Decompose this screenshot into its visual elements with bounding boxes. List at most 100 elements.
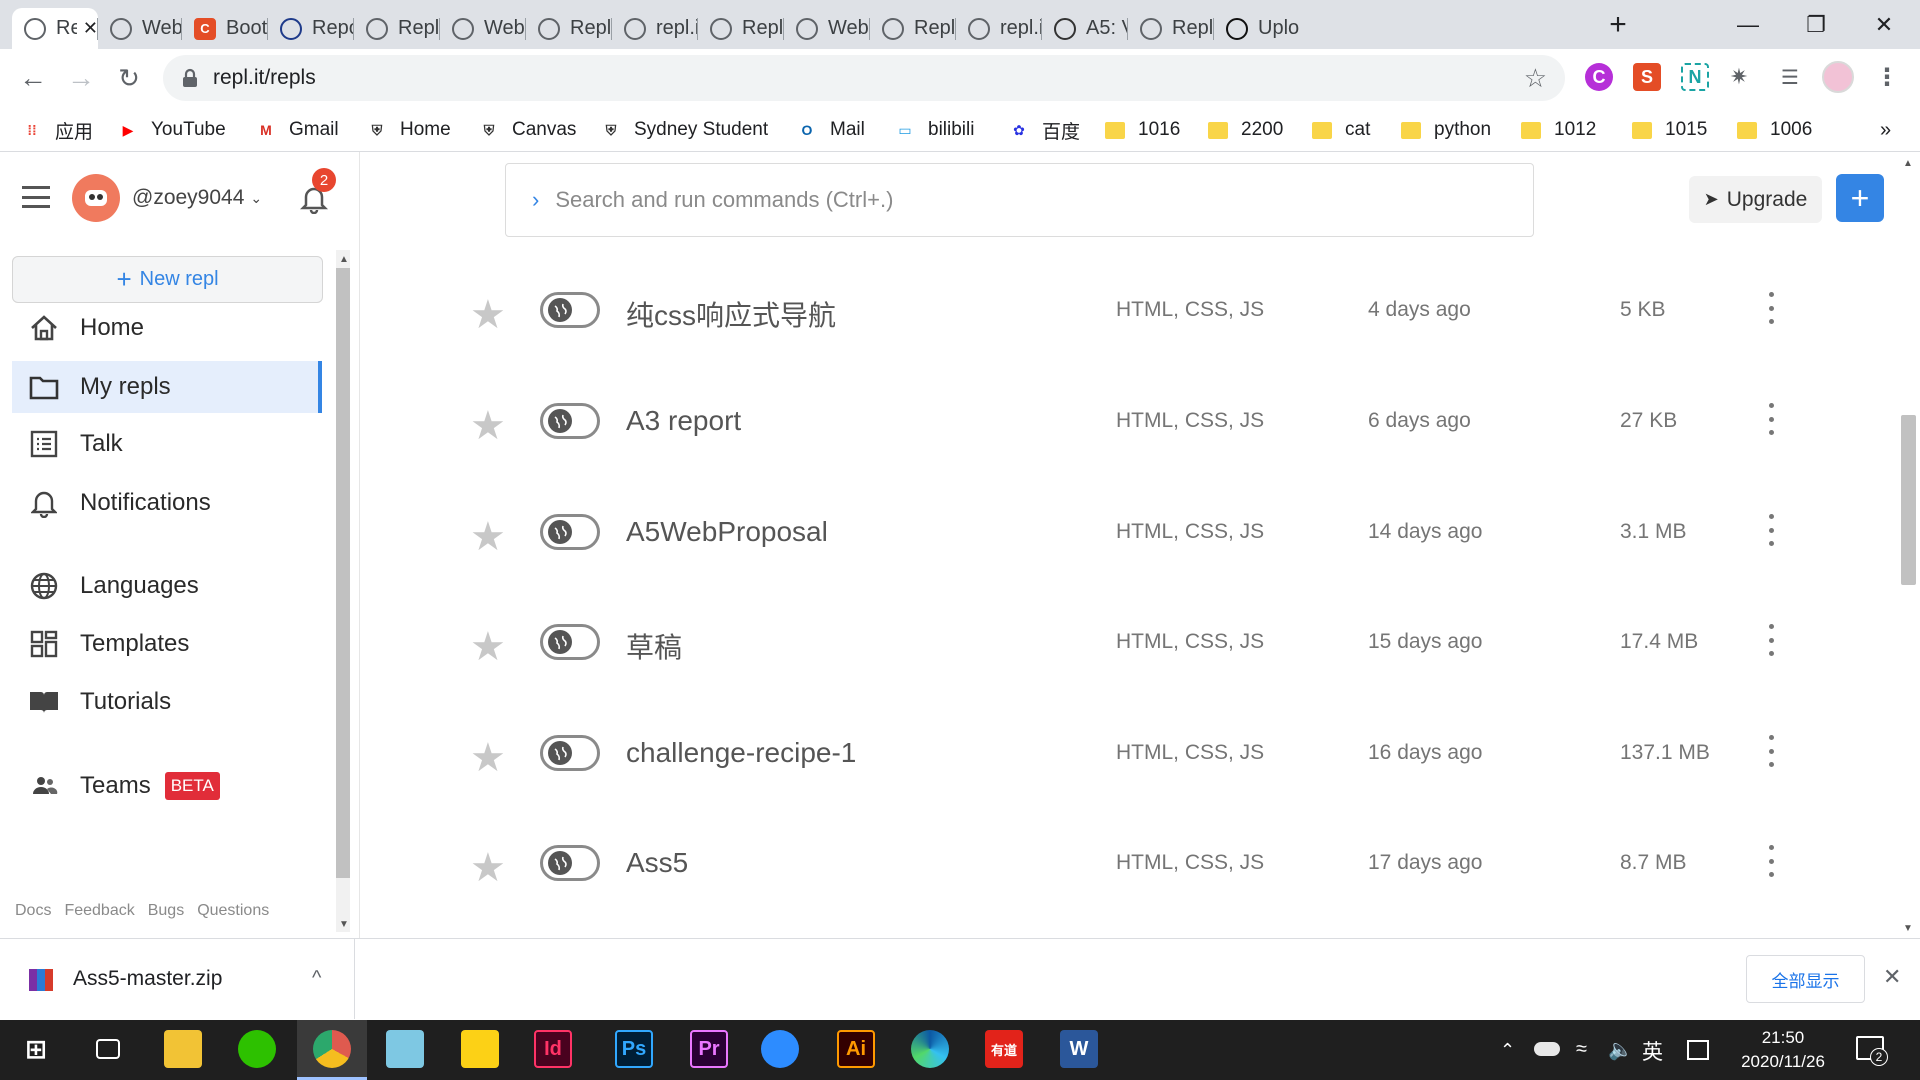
browser-tab[interactable]: Re ✕ — [12, 8, 98, 49]
bookmark-item[interactable]: ⛨ Canvas — [478, 115, 577, 145]
zoom-icon[interactable] — [761, 1030, 799, 1068]
browser-tab[interactable]: Web — [440, 8, 526, 49]
close-tab-icon[interactable]: ✕ — [83, 18, 98, 39]
download-options-chevron-icon[interactable]: ^ — [312, 967, 321, 990]
sidebar-item-home[interactable]: Home — [12, 302, 322, 354]
repl-title[interactable]: challenge-recipe-1 — [626, 737, 856, 769]
browser-tab[interactable]: Web — [784, 8, 870, 49]
file-explorer-icon[interactable] — [164, 1030, 202, 1068]
browser-tab[interactable]: C Boot — [182, 8, 268, 49]
browser-tab[interactable]: repl.i — [612, 8, 698, 49]
bookmark-item[interactable]: 1016 — [1104, 115, 1180, 145]
system-clock[interactable]: 21:50 2020/11/26 — [1728, 1026, 1838, 1074]
browser-tab[interactable]: Uplo — [1214, 8, 1300, 49]
privacy-toggle[interactable] — [540, 403, 600, 439]
star-icon[interactable]: ★ — [470, 403, 506, 449]
wifi-icon[interactable]: ≈ — [1576, 1038, 1587, 1061]
bookmark-star-icon[interactable]: ☆ — [1524, 63, 1547, 94]
sidebar-scrollbar[interactable]: ▲ ▼ — [336, 250, 350, 932]
browser-tab[interactable]: Repl. — [698, 8, 784, 49]
footer-link-feedback[interactable]: Feedback — [64, 902, 134, 920]
more-options-icon[interactable] — [1766, 624, 1776, 656]
footer-link-questions[interactable]: Questions — [197, 902, 269, 920]
browser-tab[interactable]: Repl. — [354, 8, 440, 49]
privacy-toggle[interactable] — [540, 735, 600, 771]
profile-avatar[interactable] — [1822, 61, 1854, 93]
close-window-button[interactable]: ✕ — [1862, 8, 1906, 42]
address-bar[interactable]: repl.it/repls ☆ — [163, 55, 1565, 101]
main-scroll-thumb[interactable] — [1901, 415, 1916, 585]
more-options-icon[interactable] — [1766, 403, 1776, 435]
more-options-icon[interactable] — [1766, 514, 1776, 546]
bookmark-item[interactable]: ✿ 百度 — [1008, 115, 1080, 145]
repl-row[interactable]: ★ A3 report HTML, CSS, JS 6 days ago 27 KB — [470, 403, 1790, 513]
footer-link-docs[interactable]: Docs — [15, 902, 51, 920]
browser-tab[interactable]: Web — [98, 8, 184, 49]
scroll-down-arrow-icon[interactable]: ▼ — [339, 919, 349, 930]
illustrator-icon[interactable]: Ai — [837, 1030, 875, 1068]
bookmark-item[interactable]: 2200 — [1207, 115, 1283, 145]
browser-tab[interactable]: A5: V — [1042, 8, 1128, 49]
ime-mode-icon[interactable] — [1687, 1040, 1709, 1060]
repl-title[interactable]: Ass5 — [626, 847, 688, 879]
main-scroll-down-icon[interactable]: ▼ — [1903, 923, 1913, 934]
sidebar-item-teams[interactable]: Teams BETA — [12, 760, 322, 812]
youdao-icon[interactable]: 有道 — [985, 1030, 1023, 1068]
repl-title[interactable]: 纯css响应式导航 — [626, 294, 836, 334]
bookmark-item[interactable]: 1012 — [1520, 115, 1596, 145]
c-extension-icon[interactable]: C — [1585, 63, 1613, 91]
repl-row[interactable]: ★ 草稿 HTML, CSS, JS 15 days ago 17.4 MB — [470, 624, 1790, 734]
word-icon[interactable]: W — [1060, 1030, 1098, 1068]
photoshop-icon[interactable]: Ps — [615, 1030, 653, 1068]
star-icon[interactable]: ★ — [470, 514, 506, 560]
n-extension-icon[interactable]: N — [1681, 63, 1709, 91]
repl-title[interactable]: 草稿 — [626, 626, 682, 666]
more-options-icon[interactable] — [1766, 292, 1776, 324]
onedrive-cloud-icon[interactable] — [1534, 1042, 1560, 1056]
user-avatar[interactable] — [72, 174, 120, 222]
bookmark-item[interactable]: ⛨ Home — [366, 115, 451, 145]
minimize-button[interactable]: — — [1726, 8, 1770, 42]
task-view-icon[interactable] — [96, 1039, 120, 1059]
sidebar-item-tutorials[interactable]: Tutorials — [12, 676, 322, 728]
star-icon[interactable]: ★ — [470, 292, 506, 338]
bookmark-item[interactable]: ▭ bilibili — [894, 115, 974, 145]
premiere-icon[interactable]: Pr — [690, 1030, 728, 1068]
repl-row[interactable]: ★ A5WebProposal HTML, CSS, JS 14 days ago 3.… — [470, 514, 1790, 624]
download-item[interactable]: Ass5-master.zip ^ — [0, 939, 355, 1019]
more-options-icon[interactable] — [1766, 735, 1776, 767]
browser-tab[interactable]: repl.i — [956, 8, 1042, 49]
volume-icon[interactable]: 🔈 — [1608, 1037, 1633, 1062]
show-all-downloads-button[interactable]: 全部显示 — [1746, 955, 1865, 1003]
repl-row[interactable]: ★ challenge-recipe-1 HTML, CSS, JS 16 days … — [470, 735, 1790, 845]
close-download-bar-button[interactable]: ✕ — [1883, 964, 1901, 990]
restore-button[interactable]: ❐ — [1794, 8, 1838, 42]
create-repl-plus-button[interactable]: + — [1836, 174, 1884, 222]
puzzle-extensions-icon[interactable]: ✷ — [1725, 63, 1753, 91]
privacy-toggle[interactable] — [540, 845, 600, 881]
repl-title[interactable]: A5WebProposal — [626, 516, 828, 548]
indesign-icon[interactable]: Id — [534, 1030, 572, 1068]
browser-tab[interactable]: Repl. — [526, 8, 612, 49]
sidebar-item-languages[interactable]: Languages — [12, 560, 322, 612]
sidebar-item-my-repls[interactable]: My repls — [12, 361, 322, 413]
star-icon[interactable]: ★ — [470, 845, 506, 891]
browser-tab[interactable]: Repl. — [1128, 8, 1214, 49]
sticky-notes-icon[interactable] — [461, 1030, 499, 1068]
wechat-icon[interactable] — [238, 1030, 276, 1068]
upgrade-button[interactable]: ➤ Upgrade — [1689, 176, 1822, 223]
command-search-input[interactable]: › Search and run commands (Ctrl+.) — [505, 163, 1534, 237]
ime-language-indicator[interactable]: 英 — [1642, 1036, 1663, 1066]
privacy-toggle[interactable] — [540, 292, 600, 328]
bookmark-item[interactable]: ⁞⁞ 应用 — [21, 115, 93, 145]
media-queue-icon[interactable]: ☰ — [1776, 63, 1804, 91]
scroll-up-arrow-icon[interactable]: ▲ — [339, 254, 349, 265]
repl-title[interactable]: A3 report — [626, 405, 741, 437]
star-icon[interactable]: ★ — [470, 735, 506, 781]
main-scrollbar[interactable]: ▲ ▼ — [1898, 152, 1918, 938]
show-hidden-icons-chevron-icon[interactable]: ⌃ — [1500, 1040, 1515, 1061]
chrome-menu-icon[interactable]: ⋮ — [1873, 63, 1901, 91]
reload-button[interactable]: ↻ — [109, 58, 149, 98]
start-windows-icon[interactable]: ⊞ — [17, 1030, 55, 1068]
hamburger-menu-icon[interactable] — [22, 186, 50, 208]
